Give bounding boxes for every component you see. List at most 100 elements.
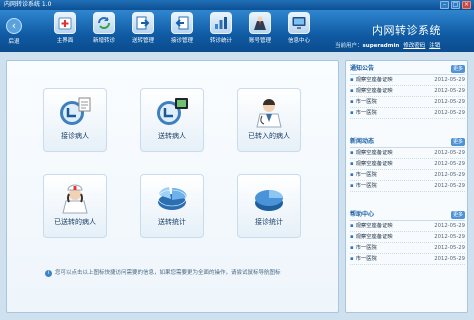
tile-label: 接诊统计 bbox=[255, 218, 283, 226]
more-button[interactable]: 更多 bbox=[451, 211, 465, 219]
list-item-date: 2012-05-29 bbox=[434, 99, 465, 105]
list-item[interactable]: ▪ 市一医院 2012-05-29 bbox=[350, 254, 465, 265]
main-panel: 接诊病人 送转病人 已转入的病人 已送转的病人 送转统计 接诊统计 i 您可以点击… bbox=[6, 60, 339, 313]
list-item-text: 市一医院 bbox=[355, 172, 377, 178]
list-item[interactable]: ▪ 市一医院 2012-05-29 bbox=[350, 108, 465, 119]
toolbar-label: 转诊统计 bbox=[209, 38, 232, 44]
tile-label: 已送转的病人 bbox=[54, 218, 96, 226]
toolbar-label: 送转管理 bbox=[131, 38, 154, 44]
toolbar-item-new-referral[interactable]: 新增转诊 bbox=[89, 12, 119, 44]
list-item-date: 2012-05-29 bbox=[434, 172, 465, 178]
section-header: 通知公告 更多 bbox=[350, 63, 465, 75]
more-button[interactable]: 更多 bbox=[451, 138, 465, 146]
list-item-text: 市一医院 bbox=[355, 183, 377, 189]
pie-chart-icon bbox=[155, 182, 189, 214]
list-item[interactable]: ▪ 市一医院 2012-05-29 bbox=[350, 170, 465, 181]
side-panel: 通知公告 更多 ▪ 观察空座备证映 2012-05-29 ▪ 观察空座备证映 2012-… bbox=[345, 60, 468, 313]
section-title: 通知公告 bbox=[350, 65, 375, 72]
pie-chart-icon bbox=[252, 182, 286, 214]
user-suit-icon bbox=[249, 12, 271, 34]
list-item[interactable]: ▪ 市一医院 2012-05-29 bbox=[350, 243, 465, 254]
help-tip: i 您可以点击以上图标快捷访问需要的信息，如果您需要更为全面的操作，请尝试鼠标导航… bbox=[45, 268, 281, 277]
back-arrow-icon: ‹ bbox=[6, 18, 22, 34]
arrow-out-icon bbox=[132, 12, 154, 34]
tile-receive-patient[interactable]: 接诊病人 bbox=[43, 88, 107, 152]
list-item-text: 市一医院 bbox=[355, 245, 377, 251]
user-prefix: 当前用户： bbox=[335, 43, 363, 49]
close-button[interactable]: × bbox=[462, 1, 471, 9]
change-password-link[interactable]: 修改密码 bbox=[403, 43, 425, 49]
list-item-date: 2012-05-29 bbox=[434, 110, 465, 116]
section-header: 新闻动态 更多 bbox=[350, 136, 465, 148]
logout-link[interactable]: 注销 bbox=[429, 43, 440, 49]
username: superadmin bbox=[362, 43, 400, 49]
tile-send-patient[interactable]: 送转病人 bbox=[140, 88, 204, 152]
back-button[interactable]: ‹ 后退 bbox=[2, 18, 26, 45]
toolbar-label: 账号管理 bbox=[248, 38, 271, 44]
window-title-bar: 内网转诊系统 1.0 – □ × bbox=[0, 0, 474, 10]
section-title: 帮助中心 bbox=[350, 211, 375, 218]
toolbar-label: 新增转诊 bbox=[92, 38, 115, 44]
list-item[interactable]: ▪ 观察空座备证映 2012-05-29 bbox=[350, 148, 465, 159]
maximize-button[interactable]: □ bbox=[451, 1, 460, 9]
section-help-center: 帮助中心 更多 ▪ 观察空座备证映 2012-05-29 ▪ 观察空座备证映 2012-… bbox=[350, 209, 465, 265]
list-item-date: 2012-05-29 bbox=[434, 161, 465, 167]
toolbar-item-info-center[interactable]: 信息中心 bbox=[284, 12, 314, 44]
bar-chart-icon bbox=[210, 12, 232, 34]
list-item-text: 市一医院 bbox=[355, 256, 377, 262]
section-news: 新闻动态 更多 ▪ 观察空座备证映 2012-05-29 ▪ 观察空座备证映 2012-… bbox=[350, 136, 465, 192]
list-item-text: 市一医院 bbox=[355, 110, 377, 116]
section-header: 帮助中心 更多 bbox=[350, 209, 465, 221]
user-bar: 当前用户：superadmin 修改密码 注销 bbox=[335, 41, 440, 49]
tile-send-stats[interactable]: 送转统计 bbox=[140, 174, 204, 238]
list-item[interactable]: ▪ 市一医院 2012-05-29 bbox=[350, 181, 465, 192]
tile-label: 已转入的病人 bbox=[248, 132, 290, 140]
window-title: 内网转诊系统 1.0 bbox=[4, 1, 52, 8]
list-item-text: 市一医院 bbox=[355, 99, 377, 105]
tile-transferred-in-patients[interactable]: 已转入的病人 bbox=[237, 88, 301, 152]
doctor-icon bbox=[252, 96, 286, 128]
list-item-date: 2012-05-29 bbox=[434, 234, 465, 240]
section-notices: 通知公告 更多 ▪ 观察空座备证映 2012-05-29 ▪ 观察空座备证映 2012-… bbox=[350, 63, 465, 119]
info-icon: i bbox=[45, 270, 52, 277]
more-button[interactable]: 更多 bbox=[451, 65, 465, 73]
nurse-icon bbox=[58, 182, 92, 214]
toolbar-item-receive-management[interactable]: 接诊管理 bbox=[167, 12, 197, 44]
list-item-text: 观察空座备证映 bbox=[355, 88, 393, 94]
toolbar-label: 接诊管理 bbox=[170, 38, 193, 44]
list-item[interactable]: ▪ 观察空座备证映 2012-05-29 bbox=[350, 221, 465, 232]
list-item-date: 2012-05-29 bbox=[434, 88, 465, 94]
help-tip-text: 您可以点击以上图标快捷访问需要的信息，如果您需要更为全面的操作，请尝试鼠标导航图… bbox=[55, 270, 281, 276]
send-patient-icon bbox=[155, 96, 189, 128]
list-item-text: 观察空座备证映 bbox=[355, 234, 393, 240]
list-item-date: 2012-05-29 bbox=[434, 223, 465, 229]
refresh-arrows-icon bbox=[93, 12, 115, 34]
arrow-in-icon bbox=[171, 12, 193, 34]
tile-receive-stats[interactable]: 接诊统计 bbox=[237, 174, 301, 238]
tile-sent-patients[interactable]: 已送转的病人 bbox=[43, 174, 107, 238]
back-label: 后退 bbox=[8, 39, 20, 45]
toolbar-item-home[interactable]: 主界面 bbox=[50, 12, 80, 44]
list-item[interactable]: ▪ 观察空座备证映 2012-05-29 bbox=[350, 75, 465, 86]
tile-label: 送转病人 bbox=[158, 132, 186, 140]
toolbar-item-referral-stats[interactable]: 转诊统计 bbox=[206, 12, 236, 44]
list-item[interactable]: ▪ 观察空座备证映 2012-05-29 bbox=[350, 232, 465, 243]
toolbar-item-send-management[interactable]: 送转管理 bbox=[128, 12, 158, 44]
list-item-text: 观察空座备证映 bbox=[355, 223, 393, 229]
list-item-text: 观察空座备证映 bbox=[355, 77, 393, 83]
minimize-button[interactable]: – bbox=[440, 1, 449, 9]
toolbar-item-account-management[interactable]: 账号管理 bbox=[245, 12, 275, 44]
list-item-text: 观察空座备证映 bbox=[355, 150, 393, 156]
window-controls: – □ × bbox=[440, 1, 471, 9]
toolbar-label: 主界面 bbox=[56, 38, 74, 44]
hospital-cross-icon bbox=[54, 12, 76, 34]
list-item-date: 2012-05-29 bbox=[434, 245, 465, 251]
list-item-text: 观察空座备证映 bbox=[355, 161, 393, 167]
list-item[interactable]: ▪ 市一医院 2012-05-29 bbox=[350, 97, 465, 108]
list-item-date: 2012-05-29 bbox=[434, 77, 465, 83]
list-item-date: 2012-05-29 bbox=[434, 183, 465, 189]
list-item-date: 2012-05-29 bbox=[434, 256, 465, 262]
system-title: 内网转诊系统 bbox=[372, 24, 441, 37]
list-item[interactable]: ▪ 观察空座备证映 2012-05-29 bbox=[350, 86, 465, 97]
list-item[interactable]: ▪ 观察空座备证映 2012-05-29 bbox=[350, 159, 465, 170]
